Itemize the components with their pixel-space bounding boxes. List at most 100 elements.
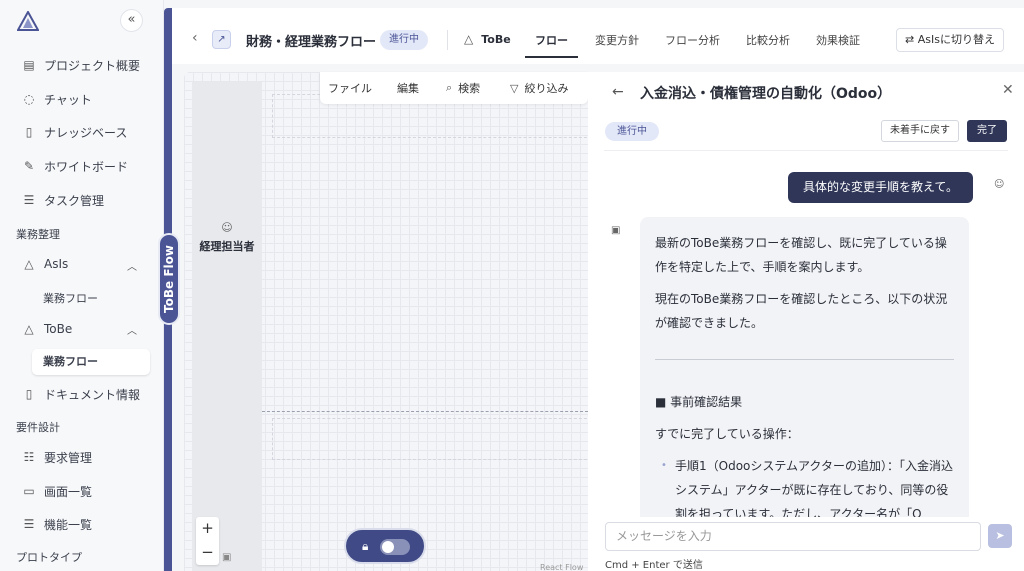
assistant-list: 手順1（Odooシステムアクターの追加）：「入金消込システム」アクターが既に存在…	[655, 454, 954, 517]
tab-change-policy[interactable]: 変更方針	[595, 32, 639, 48]
actor-name: 経理担当者	[199, 240, 255, 253]
send-icon: ➤	[995, 529, 1005, 542]
monitor-icon: ▭	[23, 484, 35, 498]
swimlane-actor[interactable]: ☺ 経理担当者	[192, 220, 262, 254]
triangle-icon: △	[464, 32, 474, 46]
zoom-in-button[interactable]: +	[196, 517, 219, 541]
sidebar-item-tobe[interactable]: △ ToBe	[22, 318, 72, 340]
assistant-paragraph: 現在のToBe業務フローを確認したところ、以下の状況が確認できました。	[655, 292, 948, 330]
complete-button[interactable]: 完了	[967, 120, 1007, 142]
sidebar-item-project-overview[interactable]: ▤ プロジェクト概要	[22, 54, 140, 76]
active-tab-underline	[525, 56, 578, 58]
react-flow-attribution[interactable]: React Flow	[540, 563, 583, 571]
detail-panel: ← 入金消込・債権管理の自動化（Odoo） ✕ 進行中 未着手に戻す 完了 具体…	[588, 72, 1024, 571]
chevron-up-icon[interactable]: ︿	[127, 258, 137, 273]
switch-asis-button[interactable]: ⇄ AsIsに切り替え	[896, 28, 1004, 52]
app-logo-icon	[17, 11, 39, 31]
lock-toggle[interactable]: 🔒︎	[344, 528, 426, 564]
sidebar-item-label: 要求管理	[44, 450, 93, 465]
pen-icon: ✎	[23, 159, 35, 173]
sidebar-item-whiteboard[interactable]: ✎ ホワイトボード	[22, 155, 128, 177]
chat-icon: ◌	[23, 92, 35, 106]
sidebar-item-chat[interactable]: ◌ チャット	[22, 88, 92, 110]
sidebar-item-knowledge-base[interactable]: ▯ ナレッジベース	[22, 121, 128, 143]
toolbar-search-label: 検索	[458, 82, 481, 95]
user-message: 具体的な変更手順を教えて。	[788, 172, 974, 203]
page-title: 財務・経理業務フロー	[246, 35, 377, 50]
sidebar-subitem-asis-flow[interactable]: 業務フロー	[43, 290, 98, 306]
tab-effect-verification[interactable]: 効果検証	[816, 32, 860, 48]
zoom-controls: + −	[196, 517, 219, 565]
flow-canvas[interactable]: ☺ 経理担当者	[184, 72, 588, 571]
user-icon: ☺	[221, 221, 233, 234]
sidebar-item-documents[interactable]: ▯ ドキュメント情報	[22, 383, 140, 405]
tab-flow-analysis[interactable]: フロー分析	[665, 32, 720, 48]
search-icon: ⌕	[446, 81, 453, 94]
sidebar-item-label: チャット	[44, 92, 92, 107]
list-item: 手順1（Odooシステムアクターの追加）：「入金消込システム」アクターが既に存在…	[661, 454, 954, 517]
tab-flow[interactable]: フロー	[535, 32, 568, 48]
sidebar-item-asis[interactable]: △ AsIs	[22, 253, 68, 275]
sidebar-item-label: 画面一覧	[44, 484, 93, 499]
list-icon: ☰	[23, 517, 35, 531]
toolbar-filter[interactable]: ▽ 絞り込み	[510, 80, 568, 96]
send-hint: Cmd + Enter で送信	[605, 560, 703, 571]
tab-comparison[interactable]: 比較分析	[746, 32, 790, 48]
panel-status-badge: 進行中	[605, 122, 659, 141]
clipboard-icon: ▤	[23, 58, 35, 72]
chevron-up-icon[interactable]: ︿	[127, 322, 137, 337]
sidebar-subitem-tobe-flow[interactable]: 業務フロー	[32, 349, 150, 375]
sidebar-item-label: ホワイトボード	[44, 159, 129, 174]
toolbar-file-label: ファイル	[328, 82, 372, 95]
sidebar-item-label: 機能一覧	[44, 517, 93, 532]
minimap-icon[interactable]: ▣	[222, 552, 231, 563]
sidebar-item-screens[interactable]: ▭ 画面一覧	[22, 480, 92, 502]
canvas-toolbar: ファイル 編集 ⌕ 検索 ▽ 絞り込み	[320, 72, 588, 104]
list-icon: ☷	[23, 450, 35, 464]
swap-icon: ⇄	[905, 33, 918, 46]
header-divider	[447, 30, 448, 50]
sidebar-item-label: AsIs	[44, 257, 69, 271]
sidebar-item-task-management[interactable]: ☰ タスク管理	[22, 189, 104, 211]
assistant-heading: ■ 事前確認結果	[655, 395, 743, 409]
toolbar-edit[interactable]: 編集	[397, 80, 419, 96]
section-requirements: 要件設計	[16, 421, 60, 434]
lock-icon: 🔒︎	[362, 539, 369, 553]
assistant-avatar-icon: ▣	[611, 225, 621, 236]
user-avatar-icon: ☺	[994, 179, 1005, 190]
section-prototype: プロトタイプ	[16, 551, 82, 564]
message-divider	[655, 359, 954, 360]
document-icon: ▯	[25, 387, 33, 401]
flow-icon: ↗	[212, 30, 231, 49]
status-badge: 進行中	[380, 30, 428, 50]
sidebar-item-label: ドキュメント情報	[44, 387, 141, 402]
collapse-sidebar-button[interactable]: «	[120, 9, 143, 32]
sidebar: « ▤ プロジェクト概要 ◌ チャット ▯ ナレッジベース ✎ ホワイトボード …	[0, 0, 164, 571]
sidebar-item-label: プロジェクト概要	[44, 58, 141, 73]
sidebar-item-label: タスク管理	[44, 193, 105, 208]
toolbar-search[interactable]: ⌕ 検索	[446, 80, 480, 96]
swimlane-area	[272, 418, 588, 460]
tobe-flow-tag: ToBe Flow	[158, 233, 180, 325]
app-root: « ▤ プロジェクト概要 ◌ チャット ▯ ナレッジベース ✎ ホワイトボード …	[0, 0, 1024, 571]
triangle-icon: △	[24, 322, 34, 336]
toolbar-file[interactable]: ファイル	[328, 80, 372, 96]
send-button[interactable]: ➤	[988, 524, 1012, 548]
tobe-flow-label: ToBe Flow	[162, 245, 176, 313]
sidebar-item-requirements[interactable]: ☷ 要求管理	[22, 446, 92, 468]
sidebar-item-functions[interactable]: ☰ 機能一覧	[22, 513, 92, 535]
zoom-out-button[interactable]: −	[196, 541, 219, 565]
back-chevron-icon[interactable]: ‹	[192, 30, 198, 46]
assistant-paragraph: 最新のToBe業務フローを確認し、既に完了している操作を特定した上で、手順を案内…	[655, 236, 947, 274]
lock-switch[interactable]	[380, 539, 410, 555]
panel-divider	[604, 150, 1008, 151]
book-icon: ▯	[25, 125, 33, 139]
panel-title: 入金消込・債権管理の自動化（Odoo）	[640, 86, 892, 102]
filter-icon: ▽	[510, 81, 519, 95]
revert-to-not-started-button[interactable]: 未着手に戻す	[881, 120, 959, 142]
swimlane-header	[192, 82, 262, 571]
close-icon[interactable]: ✕	[1002, 82, 1014, 98]
message-input[interactable]: メッセージを入力	[605, 522, 981, 551]
back-arrow-icon[interactable]: ←	[612, 84, 624, 100]
assistant-message: 最新のToBe業務フローを確認し、既に完了している操作を特定した上で、手順を案内…	[640, 217, 969, 517]
